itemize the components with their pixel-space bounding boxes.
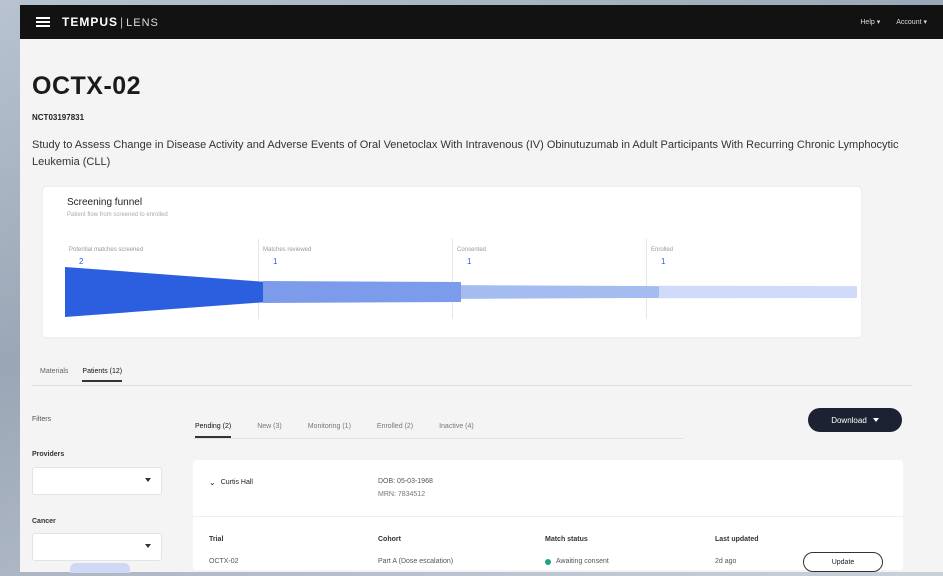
cancer-label: Cancer	[32, 518, 56, 525]
top-navigation-bar: TEMPUS | LENS Help ▾ Account ▾	[20, 5, 943, 39]
help-menu[interactable]: Help ▾	[860, 18, 880, 26]
status-dot-icon	[545, 558, 551, 565]
trial-description: Study to Assess Change in Disease Activi…	[32, 139, 899, 168]
funnel-title: Screening funnel	[67, 197, 143, 208]
stage-label: Consented	[457, 247, 487, 253]
brand-name: TEMPUS	[62, 15, 119, 29]
tabs-divider	[32, 385, 912, 386]
chevron-down-icon	[145, 478, 151, 482]
screening-funnel-card: Screening funnel Patient flow from scree…	[43, 187, 861, 337]
stage-count: 2	[79, 257, 84, 266]
page-title: OCTX-02	[32, 72, 142, 100]
tab-new[interactable]: New (3)	[257, 423, 282, 438]
trial-value: OCTX-02	[209, 558, 239, 565]
account-menu[interactable]: Account ▾	[896, 18, 927, 26]
nct-id: NCT03197831	[32, 113, 85, 122]
chevron-down-icon	[872, 418, 879, 422]
column-header-trial: Trial	[209, 536, 224, 543]
status-value: Awaiting consent	[556, 558, 609, 565]
funnel-graphic	[65, 267, 857, 317]
stage-count: 1	[467, 257, 472, 266]
tab-inactive[interactable]: Inactive (4)	[439, 423, 474, 438]
chevron-down-icon: ⌄	[209, 478, 216, 487]
apply-filters-button[interactable]	[70, 563, 130, 573]
update-button[interactable]: Update	[803, 552, 883, 572]
brand-logo[interactable]: TEMPUS | LENS	[62, 15, 159, 29]
tab-patients[interactable]: Patients (12)	[82, 368, 123, 382]
tab-pending[interactable]: Pending (2)	[195, 423, 232, 438]
brand-separator: |	[120, 15, 125, 29]
patient-dob: DOB: 05-03-1968	[378, 478, 433, 485]
tab-monitoring[interactable]: Monitoring (1)	[308, 423, 351, 438]
column-header-last-updated: Last updated	[715, 536, 759, 543]
providers-select[interactable]	[32, 467, 162, 495]
column-header-cohort: Cohort	[378, 536, 401, 543]
card-divider	[193, 516, 903, 517]
tab-materials[interactable]: Materials	[40, 368, 68, 382]
funnel-segment	[65, 267, 263, 317]
patient-name: Curtis Hall	[220, 479, 253, 486]
cell-cohort: Part A (Dose escalation)	[378, 558, 453, 565]
filters-heading: Filters	[32, 416, 52, 423]
stage-label: Matches reviewed	[263, 247, 312, 253]
patient-status-tabs: Pending (2) New (3) Monitoring (1) Enrol…	[195, 423, 474, 438]
cell-last-updated: 2d ago	[715, 558, 736, 565]
funnel-segment	[263, 281, 461, 303]
download-button[interactable]: Download	[808, 408, 902, 432]
patient-toggle[interactable]: ⌄ Curtis Hall	[209, 478, 253, 487]
sub-tabs-divider	[193, 438, 683, 439]
patient-mrn: MRN: 7834512	[378, 491, 426, 498]
cancer-select[interactable]	[32, 533, 162, 561]
hamburger-menu-icon[interactable]	[36, 17, 50, 27]
main-tabs: Materials Patients (12)	[40, 368, 123, 382]
cell-trial: OCTX-02	[209, 558, 239, 565]
patient-card: ⌄ Curtis Hall DOB: 05-03-1968 MRN: 78345…	[193, 460, 903, 572]
providers-label: Providers	[32, 451, 65, 458]
cohort-value: Part A (Dose escalation)	[378, 558, 454, 565]
tab-enrolled[interactable]: Enrolled (2)	[377, 423, 413, 438]
updated-value: 2d ago	[715, 558, 737, 565]
brand-product: LENS	[126, 17, 159, 29]
column-header-match-status: Match status	[545, 536, 588, 543]
funnel-segment	[461, 285, 659, 299]
download-label: Download	[831, 415, 867, 425]
funnel-subtitle: Patient flow from screened to enrolled	[67, 212, 168, 218]
funnel-segment	[659, 285, 857, 299]
stage-label: Potential matches screened	[69, 247, 144, 253]
stage-count: 1	[273, 257, 278, 266]
chevron-down-icon	[145, 544, 151, 548]
stage-label: Enrolled	[651, 247, 674, 253]
cell-match-status: Awaiting consent	[545, 558, 609, 565]
stage-count: 1	[661, 257, 666, 266]
